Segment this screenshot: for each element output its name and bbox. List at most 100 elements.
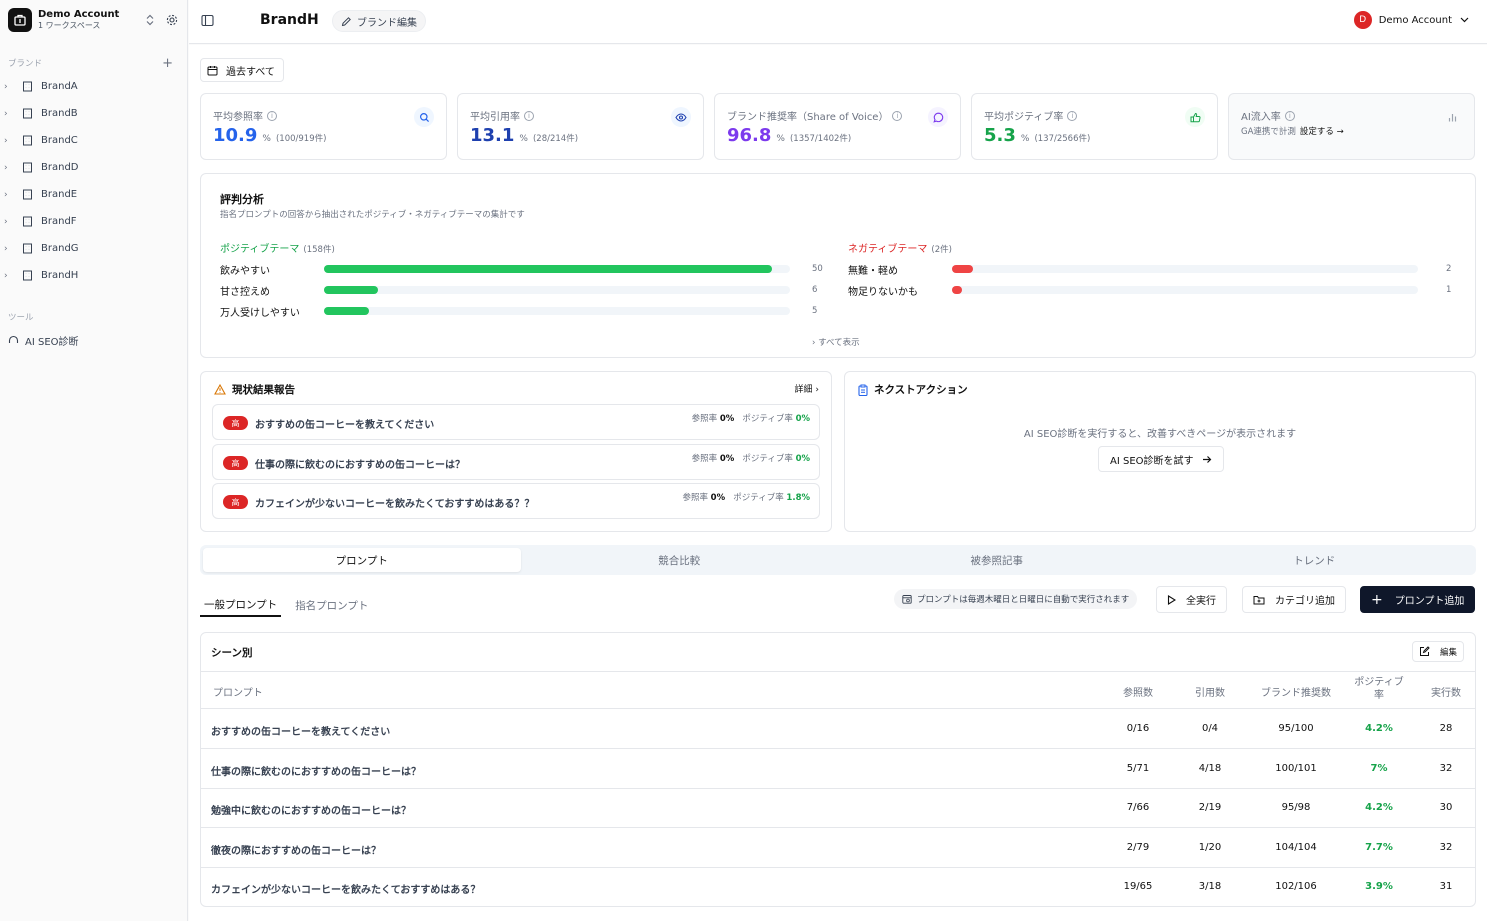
citation-count-cell: 3/18 [1198,881,1222,892]
ga-setup-link[interactable]: 設定する → [1300,127,1344,137]
theme-row: 万人受けしやすい [220,304,300,319]
brand-label: BrandA [41,81,78,92]
positive-rate-cell: 7.7% [1365,841,1393,853]
search-icon [414,107,434,127]
sidebar-item-brand[interactable]: › BrandD [0,154,187,181]
building-icon [22,242,36,256]
chevron-right-icon[interactable]: › [4,217,14,227]
column-header: ポジティブ率 [1354,677,1404,701]
scene-edit-button[interactable]: 編集 [1411,641,1464,662]
arrow-right-icon [1202,455,1211,463]
sidebar-item-brand[interactable]: › BrandG [0,235,187,262]
schedule-notice: プロンプトは毎週木曜日と日曜日に自動で実行されます [894,589,1138,609]
kpi-value: 10.9 [213,125,258,146]
chevron-right-icon[interactable]: › [4,136,14,146]
column-header: プロンプト [213,688,263,699]
tab-competitors[interactable]: 競合比較 [521,548,839,572]
avatar: D [1353,11,1372,29]
table-row[interactable]: 徹夜の際におすすめの缶コーヒーは？ 2/79 1/20 104/104 7.7% 32 [201,829,1475,868]
table-row[interactable]: カフェインが少ないコーヒーを飲みたくておすすめはある？ 19/65 3/18 102/… [201,868,1475,906]
tab-referenced-articles[interactable]: 被参照記事 [838,548,1156,572]
run-count-cell: 31 [1439,881,1453,892]
chevron-right-icon[interactable]: › [4,244,14,254]
building-icon [22,215,36,229]
clipboard-icon [858,384,868,396]
tab-prompts[interactable]: プロンプト [203,548,521,572]
theme-bar-track [324,307,790,315]
prompt-subtabs: 一般プロンプト 指名プロンプト [200,593,382,617]
theme-label: 物足りないかも [848,286,918,298]
column-header: 参照数 [1123,688,1153,699]
status-metrics: 参照率 0% ポジティブ率 1.8% [682,493,810,503]
chevron-right-icon[interactable]: › [4,163,14,173]
sidebar-item-brand[interactable]: › BrandE [0,181,187,208]
brand-edit-button[interactable]: ブランド編集 [332,10,426,32]
chevron-right-icon[interactable]: › [4,109,14,119]
theme-bar-track [324,265,790,273]
run-count-cell: 32 [1439,762,1453,774]
info-icon[interactable]: i [524,110,534,121]
theme-count: 50 [812,264,823,274]
status-row[interactable]: 高 カフェインが少ないコーヒーを飲みたくておすすめはある？？ 参照率 0% ポジ… [212,483,820,519]
kpi-card-reference: 平均参照率 i 10.9% (100/919件) [200,93,447,160]
positive-rate-cell: 4.2% [1365,802,1393,813]
info-icon[interactable]: i [1067,110,1078,121]
info-icon[interactable]: i [267,110,277,121]
table-row[interactable]: 勉強中に飲むのにおすすめの缶コーヒーは？ 7/66 2/19 95/98 4.2% 30 [201,789,1475,828]
workspace-switcher[interactable]: Demo Account 1 ワークスペース [0,0,187,40]
theme-label: 万人受けしやすい [220,307,300,319]
run-all-button[interactable]: 全実行 [1156,586,1227,613]
building-icon [22,134,36,148]
period-selector[interactable]: 過去すべて [200,58,284,82]
sidebar-item-brand[interactable]: › BrandF [0,208,187,235]
citation-count-cell: 1/20 [1198,841,1222,853]
brand-label: BrandF [41,216,77,227]
table-row[interactable]: 仕事の際に飲むのにおすすめの缶コーヒーは？ 5/71 4/18 100/101 7% 32 [201,750,1475,789]
chevron-right-icon[interactable]: › [4,82,14,92]
sidebar-toggle-icon[interactable] [201,14,214,30]
status-detail-link[interactable]: 詳細 › [795,382,819,395]
reputation-title: 評判分析 [220,193,264,206]
period-label: 過去すべて [226,66,275,78]
chevron-right-icon[interactable]: › [4,190,14,200]
add-brand-icon[interactable]: + [162,56,173,71]
subtab-general-prompts[interactable]: 一般プロンプト [200,593,282,617]
theme-row: 甘さ控えめ [220,283,270,298]
account-name: Demo Account [1378,14,1452,26]
kpi-unit: % [519,134,528,144]
subtab-branded-prompts[interactable]: 指名プロンプト [291,593,372,617]
reference-count-cell: 19/65 [1123,881,1153,892]
account-menu[interactable]: D Demo Account [1353,11,1469,29]
sidebar-item-ai-seo[interactable]: AI SEO診断 [0,333,187,348]
sidebar-item-brand[interactable]: › BrandC [0,127,187,154]
sidebar-item-brand[interactable]: › BrandH [0,262,187,289]
kpi-unit: % [262,134,271,144]
gear-icon[interactable] [165,13,179,27]
chevron-right-icon[interactable]: › [4,271,14,281]
info-icon[interactable]: i [892,110,903,121]
run-all-label: 全実行 [1186,596,1216,607]
status-row[interactable]: 高 仕事の際に飲むのにおすすめの缶コーヒーは？ 参照率 0% ポジティブ率 0% [212,444,820,480]
theme-bar-track [952,286,1418,294]
sidebar-item-brand[interactable]: › BrandB [0,100,187,127]
run-count-cell: 32 [1439,841,1453,853]
recommend-count-cell: 102/106 [1275,881,1317,892]
prompt-cell: カフェインが少ないコーヒーを飲みたくておすすめはある？ [211,885,481,896]
chevron-updown-icon[interactable] [143,13,157,27]
recommend-count-cell: 100/101 [1275,762,1317,774]
sidebar-item-brand[interactable]: › BrandA [0,73,187,100]
table-row[interactable]: おすすめの缶コーヒーを教えてください 0/16 0/4 95/100 4.2% 28 [201,710,1475,749]
add-prompt-button[interactable]: + プロンプト追加 [1360,586,1476,613]
theme-row: 物足りないかも [848,283,918,298]
show-all-link[interactable]: › すべて表示 [812,336,860,348]
info-icon[interactable]: i [1284,110,1295,121]
positive-rate-cell: 3.9% [1365,881,1393,892]
prompt-cell: 仕事の際に飲むのにおすすめの缶コーヒーは？ [211,766,421,778]
status-row[interactable]: 高 おすすめの缶コーヒーを教えてください 参照率 0% ポジティブ率 0% [212,404,820,440]
add-category-button[interactable]: カテゴリ追加 [1242,586,1346,613]
reputation-subtitle: 指名プロンプトの回答から抽出されたポジティブ・ネガティブテーマの集計です [220,210,525,220]
try-ai-seo-button[interactable]: AI SEO診断を試す [1098,446,1224,472]
building-icon [22,269,36,283]
tab-trends[interactable]: トレンド [1156,548,1474,572]
building-icon [22,107,36,121]
